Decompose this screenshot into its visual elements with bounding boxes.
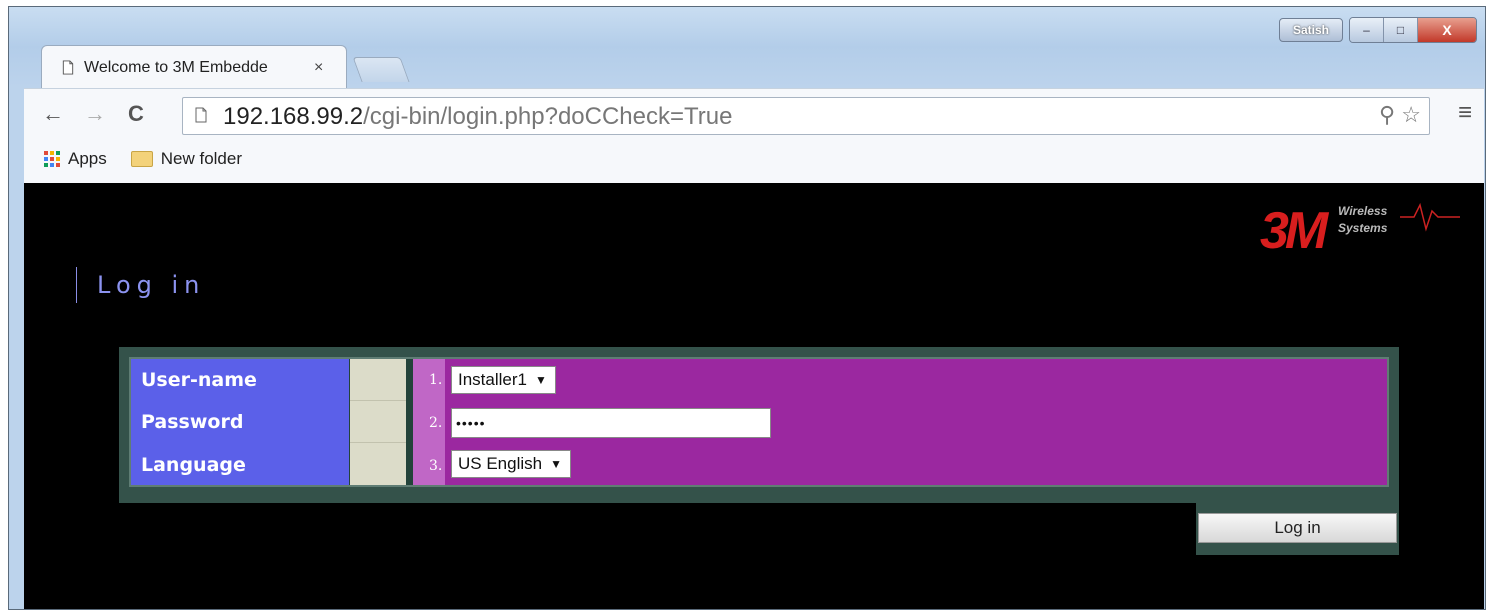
window-button-group: – □ X (1349, 17, 1477, 43)
url-text[interactable]: 192.168.99.2/cgi-bin/login.php?doCCheck=… (223, 103, 732, 131)
logo-line-2: Systems (1338, 221, 1388, 235)
page-content: 3M Wireless Systems Log in User-name Pas… (24, 183, 1484, 609)
spacer-cell (350, 401, 406, 443)
omnibox-icons: ⚲ ☆ (1379, 102, 1421, 128)
apps-grid-icon (44, 151, 60, 167)
login-form: User-name Password Language 1. 2. 3. Ins… (119, 347, 1399, 503)
page-icon (62, 60, 74, 75)
page-info-icon[interactable] (195, 107, 207, 123)
bookmark-new-folder[interactable]: New folder (130, 149, 243, 169)
login-button[interactable]: Log in (1198, 513, 1397, 543)
logo-wave-icon (1400, 202, 1460, 232)
field-number-2: 2. (429, 415, 443, 431)
close-window-button[interactable]: X (1418, 18, 1476, 42)
language-select[interactable]: US English ▼ (451, 450, 571, 478)
minimize-button[interactable]: – (1350, 18, 1384, 42)
page-title: Log in (76, 267, 205, 303)
browser-toolbar: ← → C 192.168.99.2/cgi-bin/login.php?doC… (24, 88, 1484, 183)
url-host: 192.168.99.2 (223, 103, 364, 130)
login-button-frame: Log in (1196, 503, 1399, 555)
username-label: User-name (141, 369, 257, 391)
browser-window: Satish – □ X Welcome to 3M Embedde × ← →… (8, 6, 1486, 610)
language-value: US English (458, 454, 543, 473)
chevron-down-icon: ▼ (534, 373, 547, 387)
username-select[interactable]: Installer1 ▼ (451, 366, 556, 394)
password-input[interactable]: ••••• (451, 408, 771, 438)
username-value: Installer1 (458, 370, 527, 389)
profile-badge[interactable]: Satish (1279, 18, 1343, 42)
bookmark-apps[interactable]: Apps (44, 149, 107, 169)
label-column: User-name Password Language (131, 359, 349, 485)
password-label: Password (141, 411, 244, 433)
login-form-table: User-name Password Language 1. 2. 3. Ins… (129, 357, 1389, 487)
chevron-down-icon: ▼ (550, 457, 562, 471)
browser-tab[interactable]: Welcome to 3M Embedde × (41, 45, 347, 89)
language-label: Language (141, 454, 246, 476)
window-controls: Satish – □ X (1279, 17, 1477, 43)
spacer-cell (350, 443, 406, 485)
logo-subtitle: Wireless Systems (1338, 203, 1387, 237)
bookmarks-bar: Apps New folder (44, 149, 242, 169)
tab-title: Welcome to 3M Embedde (84, 58, 268, 76)
3m-logo: 3M Wireless Systems (1250, 195, 1470, 260)
bookmark-folder-label: New folder (160, 149, 243, 168)
field-number-1: 1. (429, 372, 443, 388)
maximize-button[interactable]: □ (1384, 18, 1418, 42)
url-path: /cgi-bin/login.php?doCCheck=True (363, 103, 733, 130)
spacer-cell (350, 359, 406, 401)
spacer-column (350, 359, 406, 485)
back-icon[interactable]: ← (42, 101, 64, 127)
tab-close-icon[interactable]: × (314, 59, 323, 77)
zoom-icon[interactable]: ⚲ (1379, 102, 1395, 127)
field-column: 1. 2. 3. Installer1 ▼ ••••• US English ▼ (413, 359, 1387, 485)
address-bar[interactable]: 192.168.99.2/cgi-bin/login.php?doCCheck=… (182, 97, 1430, 135)
folder-icon (130, 151, 153, 167)
bookmark-star-icon[interactable]: ☆ (1401, 102, 1421, 127)
chrome-menu-icon[interactable]: ≡ (1458, 99, 1472, 127)
field-number-3: 3. (429, 458, 443, 474)
logo-line-1: Wireless (1338, 204, 1388, 218)
logo-brand: 3M (1260, 202, 1328, 260)
bookmark-apps-label: Apps (68, 149, 107, 168)
new-tab-button[interactable] (352, 57, 410, 82)
number-column: 1. 2. 3. (413, 359, 445, 485)
reload-icon[interactable]: C (128, 101, 144, 127)
forward-icon[interactable]: → (84, 101, 106, 127)
